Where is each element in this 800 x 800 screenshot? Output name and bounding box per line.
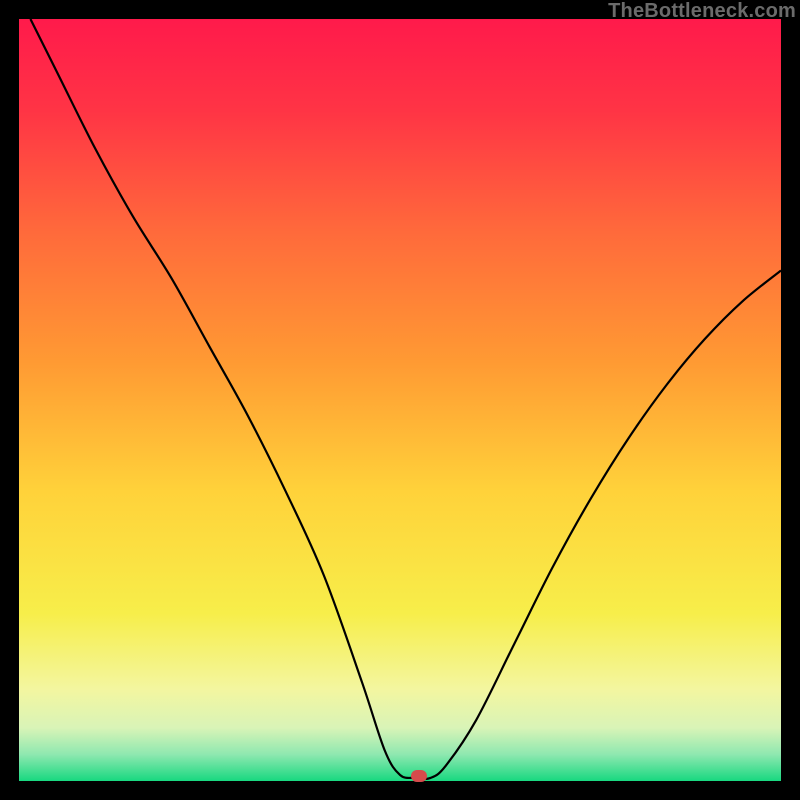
curve-path — [30, 19, 781, 779]
plot-area — [19, 19, 781, 781]
chart-stage: TheBottleneck.com — [0, 0, 800, 800]
optimal-point-marker — [411, 770, 427, 782]
bottleneck-curve — [19, 19, 781, 781]
watermark-text: TheBottleneck.com — [608, 0, 796, 23]
